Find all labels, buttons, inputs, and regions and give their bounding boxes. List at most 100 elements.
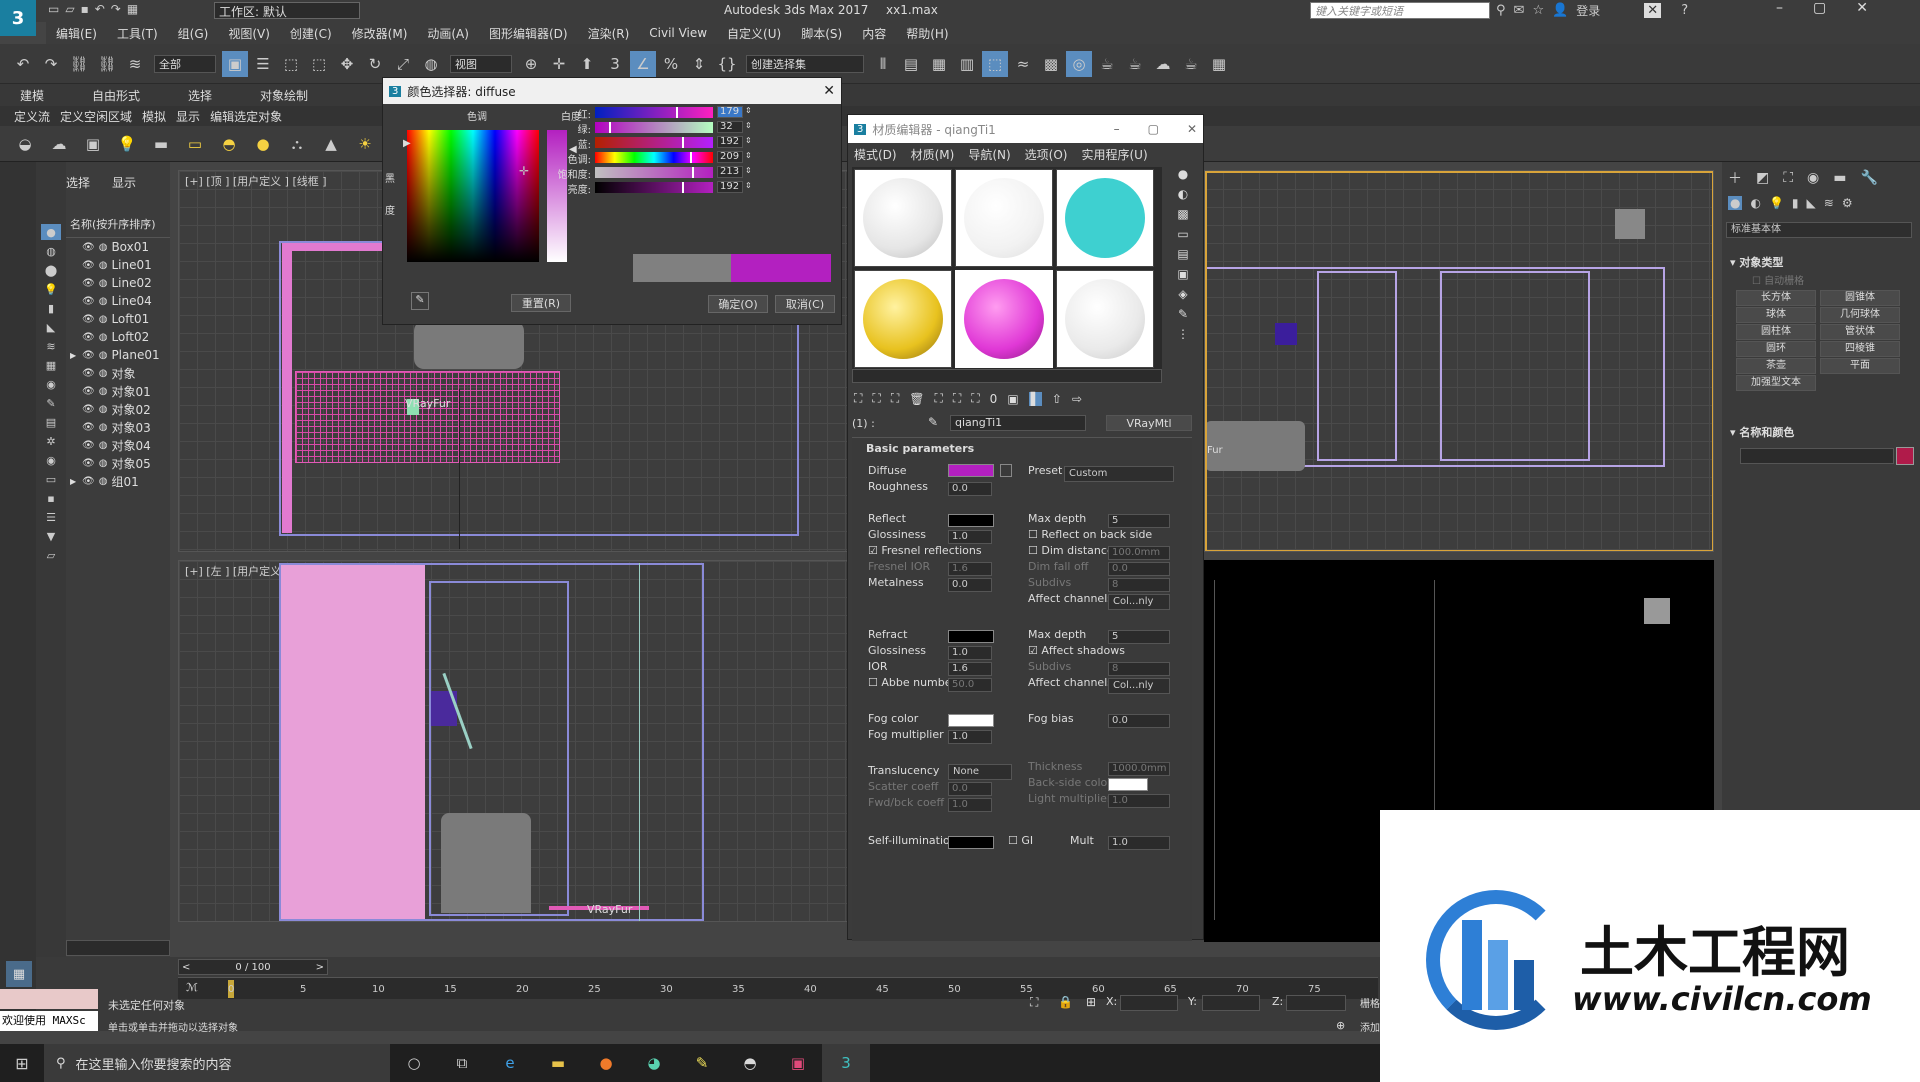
selection-set-dropdown[interactable]: 创建选择集 [746, 54, 864, 73]
reflect-back-checkbox[interactable]: ☐ Reflect on back side [1028, 528, 1152, 541]
scene-list-item[interactable]: 👁 ◍ 对象03 [66, 418, 170, 436]
object-type-button[interactable]: 圆柱体 [1736, 324, 1816, 340]
teapot-icon[interactable]: ◒ [12, 131, 38, 157]
scatter-spinner[interactable]: 0.0 [948, 782, 992, 796]
binoculars-icon[interactable]: ⚲ [1496, 3, 1506, 18]
exchange-icon[interactable]: ✕ [1644, 3, 1662, 18]
visibility-eye-icon[interactable]: 👁 [82, 350, 95, 361]
track-bar[interactable]: ℳ 05101520253035404550556065707580 [178, 977, 1393, 999]
channel-slider[interactable] [595, 167, 713, 178]
hue-blackness-field[interactable]: ✛ [407, 130, 539, 262]
move-icon[interactable]: ✥ [334, 51, 360, 77]
fog-multiplier-spinner[interactable]: 1.0 [948, 730, 992, 744]
spinner-arrows-icon[interactable]: ⇕ [745, 166, 752, 175]
object-type-button[interactable]: 长方体 [1736, 290, 1816, 306]
bones-icon[interactable]: ✎ [41, 395, 61, 411]
navigator-icon[interactable]: ⋮ [1177, 327, 1189, 341]
cloud-icon[interactable]: ☁ [46, 131, 72, 157]
image-icon[interactable]: ▣ [80, 131, 106, 157]
object-type-button[interactable]: 加强型文本 [1736, 375, 1816, 391]
visibility-eye-icon[interactable]: 👁 [82, 404, 95, 415]
schematic-view-icon[interactable]: ≈ [1010, 51, 1036, 77]
channel-value[interactable]: 192 [717, 181, 743, 193]
modify-tab-icon[interactable]: ◩ [1756, 170, 1769, 186]
select-object-icon[interactable]: ▣ [222, 50, 248, 77]
scene-list-item[interactable]: 👁 ◍ Box01 [66, 238, 170, 256]
filter-icon[interactable]: ▼ [41, 528, 61, 544]
channel-value[interactable]: 209 [717, 151, 743, 163]
expand-icon[interactable]: ▶ [70, 477, 78, 486]
render-frame-icon[interactable]: ☕ [1094, 51, 1120, 77]
copy-material-icon[interactable]: ⛶ [934, 391, 942, 406]
affect-shadows-checkbox[interactable]: ☑ Affect shadows [1028, 644, 1125, 657]
menu-item[interactable]: 帮助(H) [896, 25, 958, 42]
grid-icon[interactable]: ▦ [1206, 51, 1232, 77]
x-coord-field[interactable] [1120, 995, 1178, 1011]
channel-value[interactable]: 32 [717, 121, 743, 133]
reference-coord-dropdown[interactable]: 视图 [450, 54, 512, 73]
dim-distance-checkbox[interactable]: ☐ Dim distance [1028, 544, 1114, 557]
abbe-checkbox[interactable]: ☐ Abbe number [868, 676, 956, 689]
translucency-dropdown[interactable]: None [948, 764, 1012, 780]
communication-icon[interactable]: ✉ [1514, 3, 1525, 18]
object-type-button[interactable]: 茶壶 [1736, 358, 1816, 374]
menu-item[interactable]: 自定义(U) [717, 25, 791, 42]
get-material-icon[interactable]: ⛶ [854, 391, 862, 406]
bind-spacewarp-icon[interactable]: ≋ [122, 51, 148, 77]
sample-slot-2[interactable] [955, 169, 1053, 267]
app-icon[interactable]: ◕ [630, 1044, 678, 1082]
rollout-basic-parameters[interactable]: Basic parameters [866, 442, 974, 455]
scene-header[interactable]: 名称(按升序排序) [66, 216, 170, 238]
sample-slot-5[interactable] [955, 270, 1053, 368]
fog-bias-spinner[interactable]: 0.0 [1108, 714, 1170, 728]
put-to-scene-icon[interactable]: ⛶ [872, 391, 880, 406]
render-icon[interactable]: ☕ [1122, 51, 1148, 77]
scene-list-item[interactable]: ▶ 👁 ◍ 组01 [66, 472, 170, 490]
star-icon[interactable]: ☆ [1532, 3, 1544, 18]
minimize-icon[interactable]: – [1776, 0, 1783, 16]
scene-list-item[interactable]: 👁 ◍ Loft02 [66, 328, 170, 346]
material-id-icon[interactable]: 0 [990, 392, 998, 406]
fwd-bck-spinner[interactable]: 1.0 [948, 798, 992, 812]
ribbon-subtab[interactable]: 显示 [176, 108, 200, 125]
visibility-eye-icon[interactable]: 👁 [82, 422, 95, 433]
video-check-icon[interactable]: ▤ [1177, 247, 1188, 261]
z-coord-field[interactable] [1286, 995, 1346, 1011]
isolate-icon[interactable]: ⛶ [1030, 995, 1038, 1010]
spinner-arrows-icon[interactable]: ⇕ [745, 136, 752, 145]
ribbon-subtab[interactable]: 编辑选定对象 [210, 108, 282, 125]
visibility-eye-icon[interactable]: 👁 [82, 278, 95, 289]
menu-item[interactable]: 动画(A) [417, 25, 479, 42]
a360-icon[interactable]: ☕ [1178, 51, 1204, 77]
object-type-button[interactable]: 四棱锥 [1820, 341, 1900, 357]
sphere-icon[interactable]: ● [250, 131, 276, 157]
spacewarps-icon[interactable]: ≋ [1824, 196, 1834, 210]
slider-marker[interactable] [676, 107, 679, 118]
visibility-eye-icon[interactable]: 👁 [82, 368, 95, 379]
maxscript-listener[interactable] [0, 989, 98, 1009]
ribbon-tab[interactable]: 自由形式 [92, 87, 140, 104]
channel-slider[interactable] [595, 182, 713, 193]
rect-selection-icon[interactable]: ⬚ [278, 51, 304, 77]
object-type-button[interactable]: 管状体 [1820, 324, 1900, 340]
assign-material-icon[interactable]: ⛶ [891, 391, 899, 406]
curve-editor-icon[interactable]: ⬚ [982, 50, 1008, 77]
cameras-icon[interactable]: ▮ [1792, 196, 1799, 210]
channel-value[interactable]: 192 [717, 136, 743, 148]
task-view-icon[interactable]: ⧉ [438, 1044, 486, 1082]
fresnel-ior-spinner[interactable]: 1.6 [948, 562, 992, 576]
ribbon-subtab[interactable]: 定义空闲区域 [60, 108, 132, 125]
refract-affect-channels-dropdown[interactable]: Col...nly [1108, 678, 1170, 694]
helpers-icon[interactable]: ◣ [41, 319, 61, 335]
geometry-icon[interactable]: ● [1728, 196, 1743, 210]
refract-glossiness-spinner[interactable]: 1.0 [948, 646, 992, 660]
sample-type-icon[interactable]: ● [1178, 167, 1188, 181]
blackness-arrow-icon[interactable]: ▶ [403, 138, 411, 149]
box-icon[interactable]: ▪ [41, 490, 61, 506]
spinner-arrows-icon[interactable]: ⇕ [745, 106, 752, 115]
window-crossing-icon[interactable]: ⬚ [306, 51, 332, 77]
show-map-icon[interactable]: ▣ [1007, 392, 1018, 406]
particles-icon[interactable]: ✲ [41, 433, 61, 449]
object-category-dropdown[interactable]: 标准基本体 [1726, 222, 1912, 238]
affect-channels-dropdown[interactable]: Col...nly [1108, 594, 1170, 610]
